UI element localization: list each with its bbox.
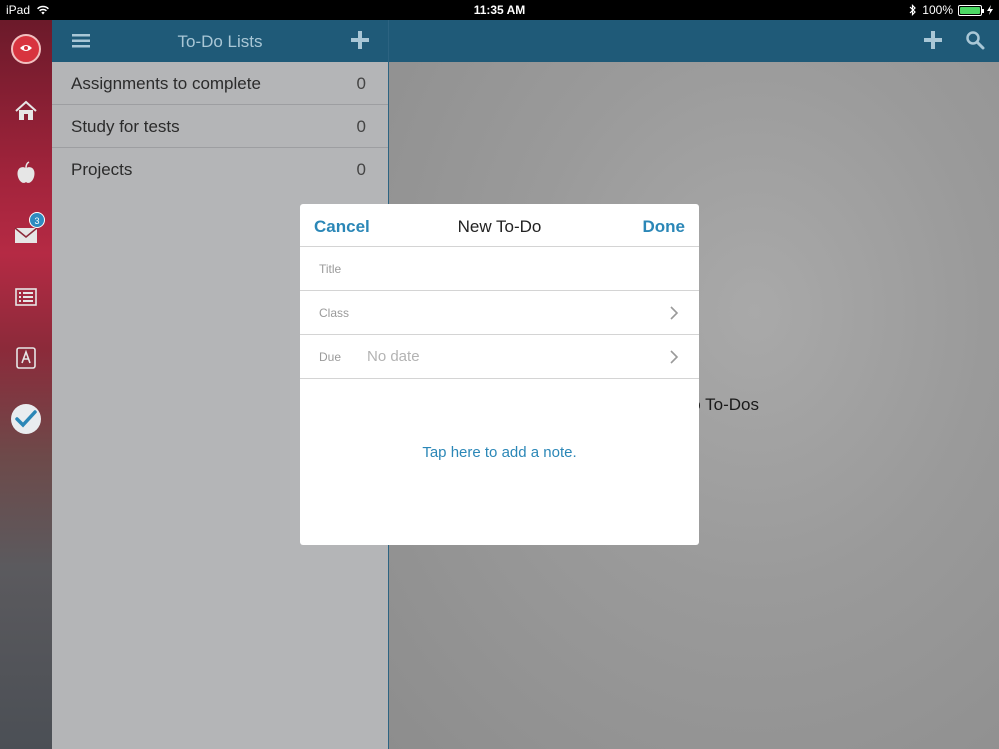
todo-lists-title: To-Do Lists xyxy=(177,32,263,51)
battery-percent: 100% xyxy=(922,3,953,17)
title-input[interactable] xyxy=(367,257,677,281)
status-bar: iPad 11:35 AM 100% xyxy=(0,0,999,20)
apple-icon[interactable] xyxy=(11,158,41,188)
list-item-count: 0 xyxy=(356,74,366,93)
done-button[interactable]: Done xyxy=(643,217,686,237)
navigation-rail: 3 xyxy=(0,20,52,749)
logo-mark-icon xyxy=(20,45,32,51)
title-field[interactable]: Title xyxy=(300,247,699,291)
todo-check-icon[interactable] xyxy=(11,404,41,434)
title-field-label: Title xyxy=(319,262,342,276)
list-item-label: Assignments to complete xyxy=(71,74,261,93)
detail-header xyxy=(389,20,999,62)
battery-icon xyxy=(958,4,984,16)
class-field-label: Class xyxy=(319,306,350,320)
home-icon[interactable] xyxy=(11,96,41,126)
list-item-label: Study for tests xyxy=(71,117,180,136)
mail-badge: 3 xyxy=(29,212,45,228)
address-book-icon[interactable] xyxy=(11,343,41,373)
list-item[interactable]: Assignments to complete 0 xyxy=(52,62,388,105)
new-todo-dialog: Cancel New To-Do Done Title Class Due No… xyxy=(300,204,699,545)
status-time: 11:35 AM xyxy=(473,3,526,17)
list-item-count: 0 xyxy=(356,160,366,179)
dialog-header: Cancel New To-Do Done xyxy=(300,204,699,247)
note-area[interactable]: Tap here to add a note. xyxy=(300,379,699,545)
mail-icon[interactable]: 3 xyxy=(11,212,45,250)
app-logo-icon[interactable] xyxy=(11,34,41,64)
chevron-right-icon xyxy=(670,306,679,320)
add-todo-icon[interactable] xyxy=(923,30,943,50)
search-icon[interactable] xyxy=(965,30,985,50)
list-icon[interactable] xyxy=(11,282,41,312)
list-item-count: 0 xyxy=(356,117,366,136)
list-item[interactable]: Study for tests 0 xyxy=(52,105,388,148)
chevron-right-icon xyxy=(670,350,679,364)
dialog-title: New To-Do xyxy=(457,217,542,236)
class-field[interactable]: Class xyxy=(300,291,699,335)
charging-icon xyxy=(987,5,993,15)
due-field[interactable]: Due No date xyxy=(300,335,699,379)
due-field-label: Due xyxy=(319,350,342,364)
due-value: No date xyxy=(367,348,420,365)
add-list-icon[interactable] xyxy=(350,30,370,50)
bluetooth-icon xyxy=(909,4,917,16)
todo-lists-header: To-Do Lists xyxy=(52,20,388,62)
list-item[interactable]: Projects 0 xyxy=(52,148,388,191)
add-note-link[interactable]: Tap here to add a note. xyxy=(300,444,699,461)
battery-fill xyxy=(960,6,980,14)
list-item-label: Projects xyxy=(71,160,133,179)
